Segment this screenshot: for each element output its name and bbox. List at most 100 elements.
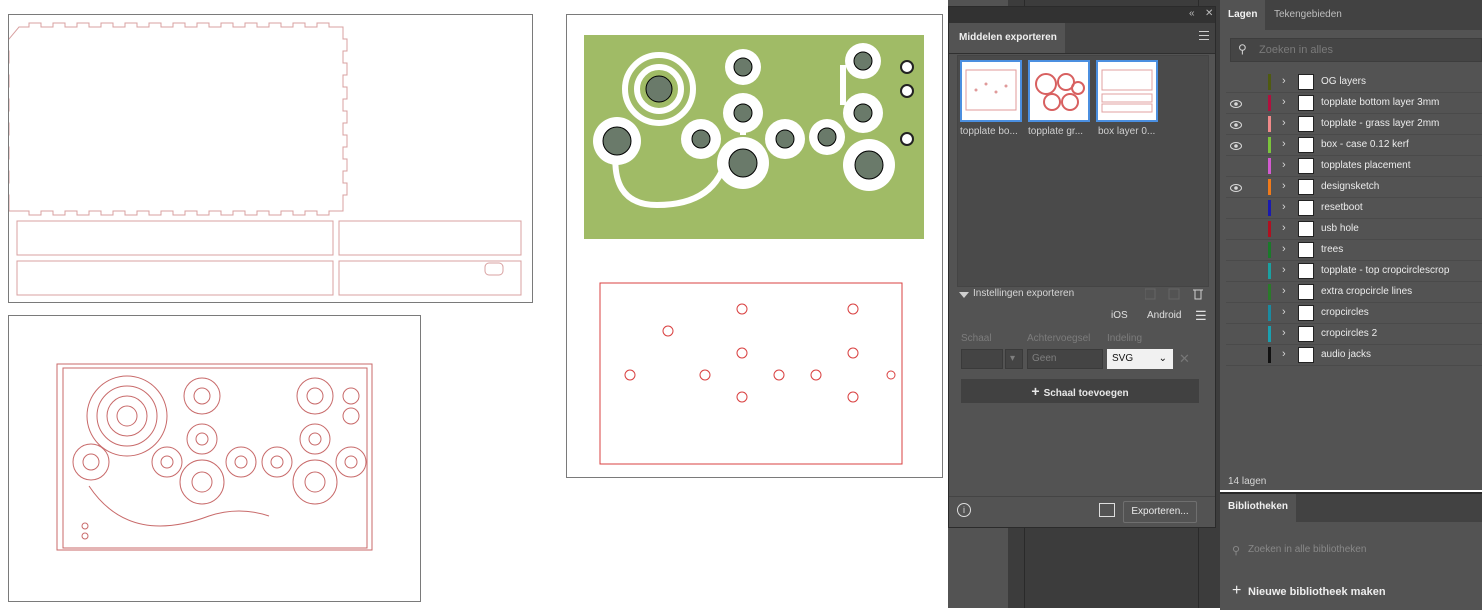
layer-row[interactable]: › extra cropcircle lines xyxy=(1226,282,1482,303)
new-library-button[interactable]: Nieuwe bibliotheek maken xyxy=(1248,586,1386,598)
layer-thumbnail xyxy=(1298,305,1314,321)
eye-icon[interactable] xyxy=(1230,351,1242,359)
artboard-box-case[interactable] xyxy=(4,14,533,303)
layer-color-swatch xyxy=(1268,158,1271,174)
panel-titlebar[interactable]: « ✕ xyxy=(949,7,1215,23)
layer-row[interactable]: › resetboot xyxy=(1226,198,1482,219)
asset-preview xyxy=(1035,73,1085,111)
layer-color-swatch xyxy=(1268,221,1271,237)
eye-icon[interactable] xyxy=(1230,183,1242,192)
eye-icon[interactable] xyxy=(1230,204,1242,212)
layer-thumbnail xyxy=(1298,326,1314,342)
export-settings-icon[interactable] xyxy=(1099,503,1115,517)
android-option[interactable]: Android xyxy=(1147,310,1181,321)
layer-color-swatch xyxy=(1268,74,1271,90)
scale-field[interactable] xyxy=(961,349,1003,369)
chevron-right-icon[interactable]: › xyxy=(1282,285,1286,297)
layer-name: trees xyxy=(1321,244,1344,255)
chevron-right-icon[interactable]: › xyxy=(1282,222,1286,234)
chevron-right-icon[interactable]: › xyxy=(1282,348,1286,360)
layer-row[interactable]: › usb hole xyxy=(1226,219,1482,240)
eye-icon[interactable] xyxy=(1230,141,1242,150)
double-chevron-icon[interactable]: « xyxy=(1189,8,1195,19)
export-settings-header[interactable]: Instellingen exporteren xyxy=(949,285,1215,303)
tab-export-assets[interactable]: Middelen exporteren xyxy=(949,23,1065,53)
layer-row[interactable]: › topplates placement xyxy=(1226,156,1482,177)
export-button[interactable]: Exporteren... xyxy=(1123,501,1197,523)
eye-icon[interactable] xyxy=(1230,78,1242,86)
eye-icon[interactable] xyxy=(1230,330,1242,338)
export-panel-footer: i Exporteren... xyxy=(949,496,1215,527)
add-scale-button[interactable]: + Schaal toevoegen xyxy=(961,379,1199,403)
close-icon[interactable]: ✕ xyxy=(1205,8,1213,19)
chevron-down-icon: ⌄ xyxy=(1158,353,1167,364)
layer-row[interactable]: › designsketch xyxy=(1226,177,1482,198)
layer-color-swatch xyxy=(1268,347,1271,363)
layer-name: cropcircles xyxy=(1321,307,1369,318)
layer-color-swatch xyxy=(1268,116,1271,132)
chevron-right-icon[interactable]: › xyxy=(1282,201,1286,213)
layer-thumbnail xyxy=(1298,116,1314,132)
layer-name: usb hole xyxy=(1321,223,1359,234)
eye-icon[interactable] xyxy=(1230,288,1242,296)
layer-row[interactable]: › box - case 0.12 kerf xyxy=(1226,135,1482,156)
eye-icon[interactable] xyxy=(1230,309,1242,317)
document-canvas[interactable] xyxy=(0,0,948,608)
layer-row[interactable]: › OG layers xyxy=(1226,72,1482,93)
tab-layers[interactable]: Lagen xyxy=(1220,0,1266,30)
layers-search-input[interactable]: Zoeken in alles xyxy=(1230,38,1482,62)
eye-icon[interactable] xyxy=(1230,99,1242,108)
chevron-right-icon[interactable]: › xyxy=(1282,264,1286,276)
layer-thumbnail xyxy=(1298,158,1314,174)
list-icon[interactable]: ☰ xyxy=(1195,308,1207,324)
layer-row[interactable]: › topplate bottom layer 3mm xyxy=(1226,93,1482,114)
format-select[interactable]: SVG ⌄ xyxy=(1107,349,1173,369)
layer-color-swatch xyxy=(1268,242,1271,258)
chevron-right-icon[interactable]: › xyxy=(1282,327,1286,339)
layer-name: resetboot xyxy=(1321,202,1363,213)
chevron-right-icon[interactable]: › xyxy=(1282,243,1286,255)
artboard-grass-layer[interactable] xyxy=(566,14,943,478)
layer-name: OG layers xyxy=(1321,76,1367,87)
libraries-search-input[interactable]: Zoeken in alle bibliotheken xyxy=(1248,544,1366,555)
remove-icon[interactable]: ✕ xyxy=(1179,351,1190,367)
eye-icon[interactable] xyxy=(1230,225,1242,233)
chevron-right-icon[interactable]: › xyxy=(1282,180,1286,192)
ios-option[interactable]: iOS xyxy=(1111,310,1128,321)
asset-thumbnail-grid: topplate bo... topplate gr... box layer … xyxy=(957,55,1209,287)
layer-row[interactable]: › cropcircles 2 xyxy=(1226,324,1482,345)
layer-row[interactable]: › cropcircles xyxy=(1226,303,1482,324)
asset-thumbnail[interactable] xyxy=(960,60,1022,122)
collapse-triangle-icon[interactable] xyxy=(959,292,969,298)
chevron-right-icon[interactable]: › xyxy=(1282,96,1286,108)
eye-icon[interactable] xyxy=(1230,120,1242,129)
chevron-right-icon[interactable]: › xyxy=(1282,138,1286,150)
search-icon: ⚲ xyxy=(1238,42,1247,56)
chevron-right-icon[interactable]: › xyxy=(1282,117,1286,129)
add-icon xyxy=(1145,288,1156,300)
eye-icon[interactable] xyxy=(1230,267,1242,275)
add-scale-label: Schaal toevoegen xyxy=(1043,388,1129,399)
info-icon[interactable]: i xyxy=(957,503,971,517)
tab-libraries[interactable]: Bibliotheken xyxy=(1220,494,1297,522)
panel-menu-icon[interactable] xyxy=(1199,31,1209,41)
asset-thumbnail[interactable] xyxy=(1096,60,1158,122)
layer-row[interactable]: › topplate - top cropcirclescrop xyxy=(1226,261,1482,282)
eye-icon[interactable] xyxy=(1230,162,1242,170)
tab-artboards[interactable]: Tekengebieden xyxy=(1266,0,1350,30)
chevron-right-icon[interactable]: › xyxy=(1282,159,1286,171)
export-settings-label: Instellingen exporteren xyxy=(973,288,1075,299)
eye-icon[interactable] xyxy=(1230,246,1242,254)
layer-row[interactable]: › topplate - grass layer 2mm xyxy=(1226,114,1482,135)
layer-row[interactable]: › audio jacks xyxy=(1226,345,1482,366)
asset-thumbnail[interactable] xyxy=(1028,60,1090,122)
suffix-input[interactable]: Geen xyxy=(1027,349,1103,369)
export-assets-panel: « ✕ Middelen exporteren topplate bo... t… xyxy=(948,6,1216,528)
box-case-artwork xyxy=(4,22,522,296)
chevron-right-icon[interactable]: › xyxy=(1282,75,1286,87)
layers-panel: Lagen Tekengebieden Zoeken in alles ⚲ › O… xyxy=(1220,0,1482,490)
artboard-topplate-bottom[interactable] xyxy=(8,315,421,602)
layer-row[interactable]: › trees xyxy=(1226,240,1482,261)
scale-dropdown-icon[interactable]: ▾ xyxy=(1005,349,1023,369)
chevron-right-icon[interactable]: › xyxy=(1282,306,1286,318)
